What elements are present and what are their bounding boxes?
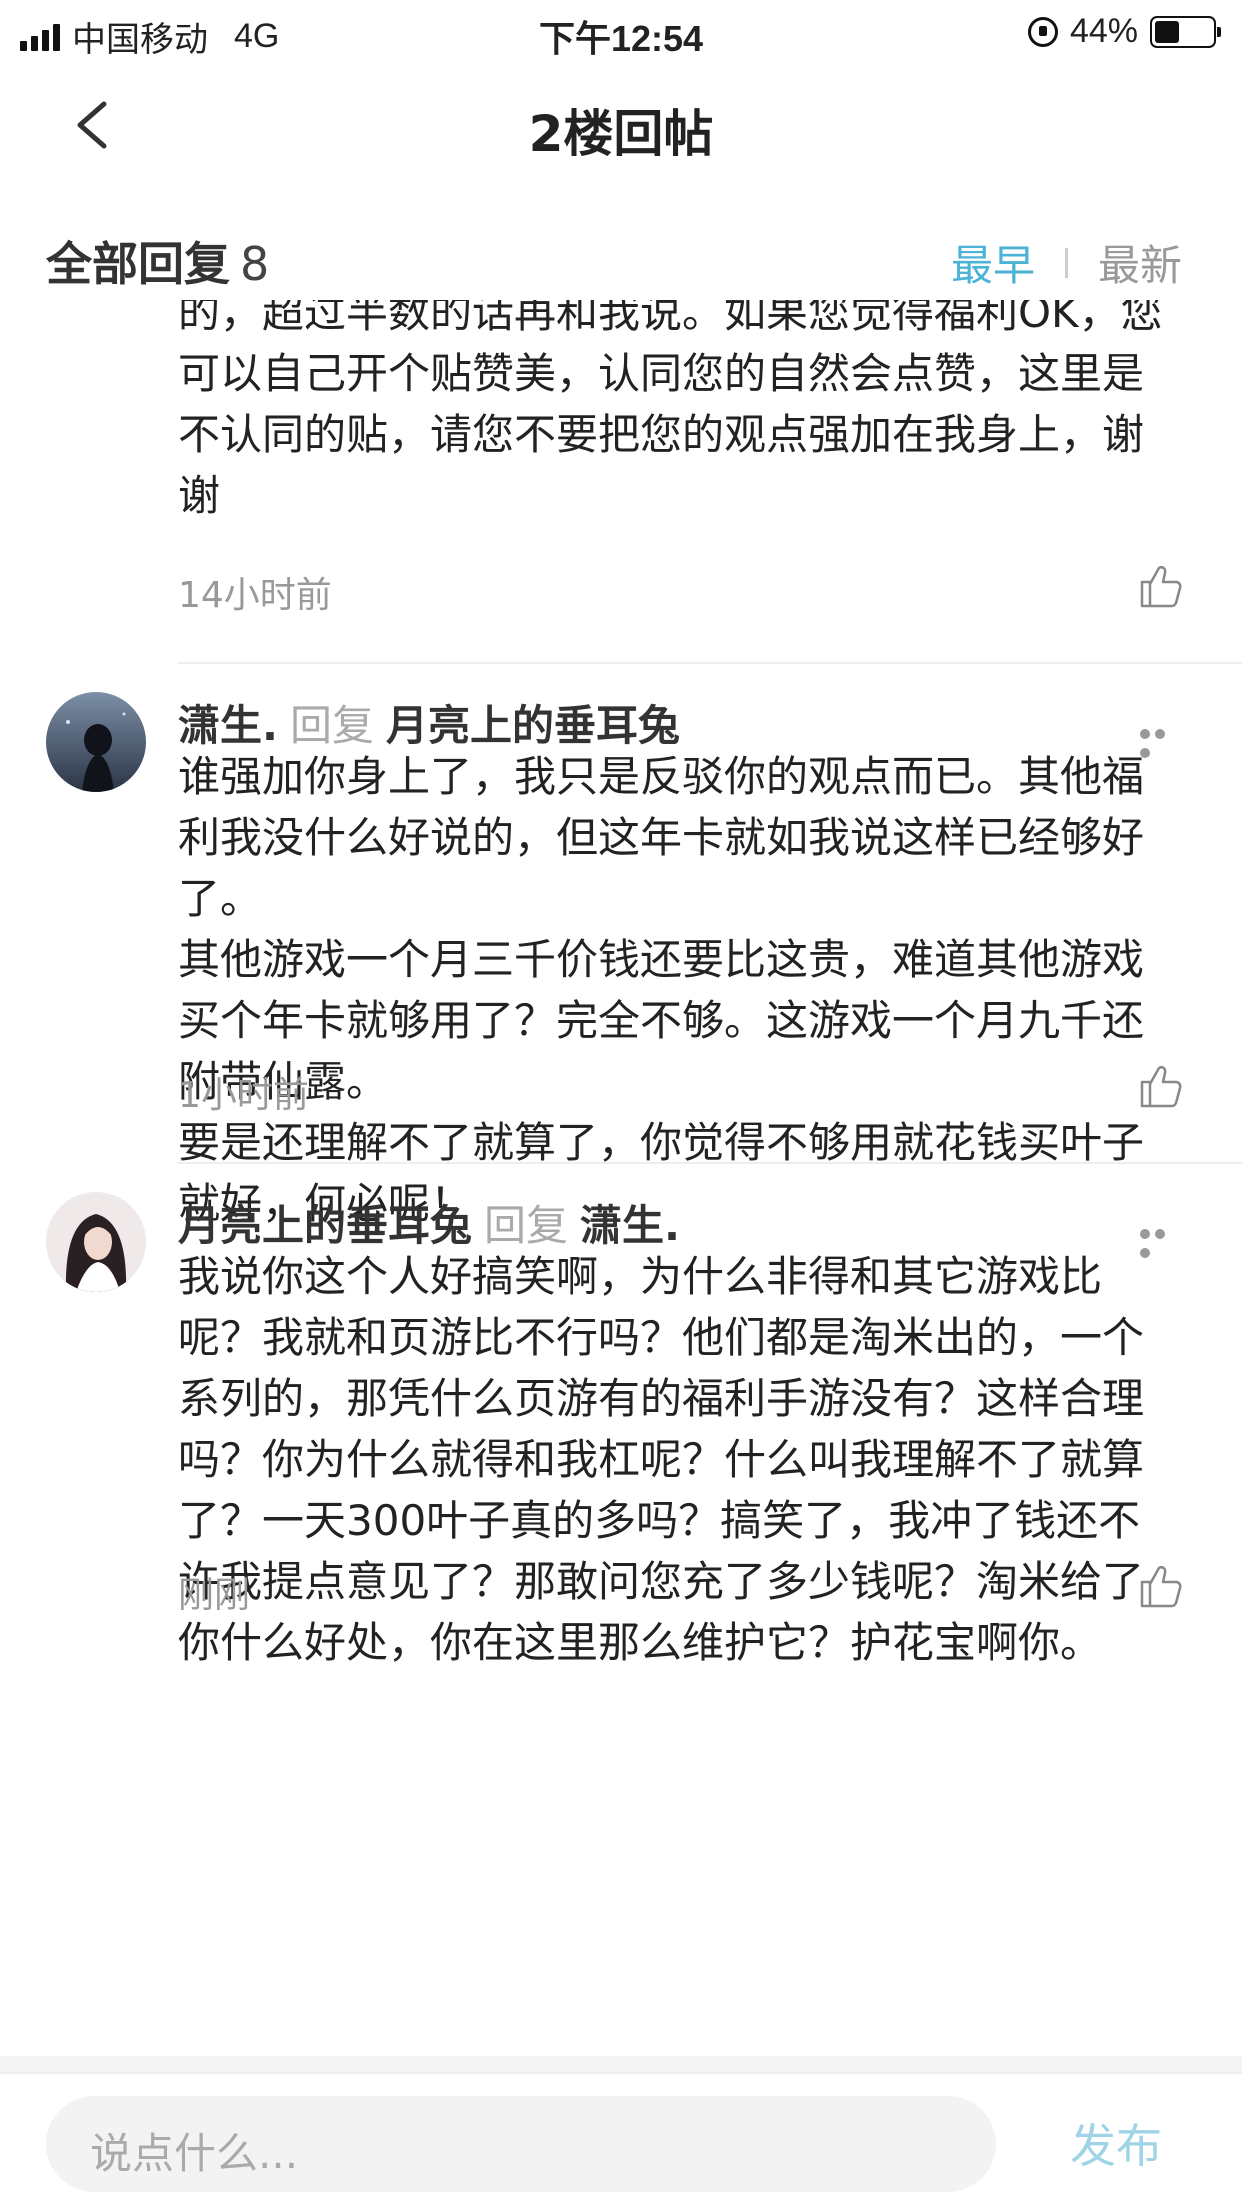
reply-composer: 说点什么... 发布	[0, 2072, 1242, 2210]
status-right: 44%	[1027, 12, 1221, 51]
lock-rotation-icon	[1027, 16, 1058, 47]
sort-earliest-button[interactable]: 最早	[951, 232, 1035, 293]
comment-separator	[178, 662, 1242, 664]
reply-input-placeholder: 说点什么...	[90, 2129, 299, 2178]
replies-header: 全部回复 8 最早 最新	[46, 218, 1182, 298]
comment-author[interactable]: 潇生.	[178, 701, 278, 750]
comment-time: 14小时前	[178, 575, 332, 616]
replies-title-label: 全部回复	[46, 237, 230, 291]
replies-title: 全部回复 8	[46, 228, 269, 294]
comment-time: 刚刚	[178, 1575, 251, 1616]
reply-target[interactable]: 潇生.	[580, 1201, 680, 1250]
comment-text: 的，超过半数的话再和我说。如果您觉得福利OK，您可以自己开个贴赞美，认同您的自然…	[178, 300, 1163, 520]
avatar[interactable]	[46, 1192, 146, 1292]
comment-text: 谁强加你身上了，我只是反驳你的观点而已。其他福利我没什么好说的，但这年卡就如我说…	[178, 752, 1145, 1228]
status-bar: 中国移动 4G 下午12:54 44%	[0, 0, 1242, 64]
reply-label: 回复	[484, 1201, 569, 1250]
feed-bottom-divider	[0, 2056, 1242, 2072]
reply-input[interactable]: 说点什么...	[46, 2096, 996, 2192]
comment-time: 1小时前	[178, 1075, 309, 1116]
comment-meta: 月亮上的垂耳兔 回复 潇生.	[178, 1192, 680, 1253]
battery-icon	[1150, 15, 1221, 48]
comment-separator	[178, 1162, 1242, 1164]
more-icon[interactable]	[1140, 1224, 1184, 1258]
comment-feed[interactable]: 的，超过半数的话再和我说。如果您觉得福利OK，您可以自己开个贴赞美，认同您的自然…	[0, 300, 1242, 2068]
nav-bar: 2楼回帖	[0, 64, 1242, 190]
sort-divider	[1064, 247, 1068, 278]
thumbs-up-icon[interactable]	[1136, 1562, 1184, 1610]
comment-author[interactable]: 月亮上的垂耳兔	[178, 1201, 472, 1250]
more-icon[interactable]	[1140, 724, 1184, 758]
sort-latest-button[interactable]: 最新	[1098, 232, 1182, 293]
reply-label: 回复	[289, 701, 374, 750]
page-title: 2楼回帖	[528, 105, 714, 163]
thumbs-up-icon[interactable]	[1136, 1062, 1184, 1110]
battery-percent: 44%	[1069, 12, 1138, 50]
comment-meta: 潇生. 回复 月亮上的垂耳兔	[178, 692, 680, 753]
reply-target[interactable]: 月亮上的垂耳兔	[386, 701, 680, 750]
replies-count: 8	[240, 237, 270, 291]
comment-text: 我说你这个人好搞笑啊，为什么非得和其它游戏比呢？我就和页游比不行吗？他们都是淘米…	[178, 1252, 1145, 1667]
thumbs-up-icon[interactable]	[1136, 562, 1184, 610]
sort-toggle: 最早 最新	[951, 232, 1182, 293]
avatar[interactable]	[46, 692, 146, 792]
send-button[interactable]: 发布	[1070, 2110, 1162, 2176]
